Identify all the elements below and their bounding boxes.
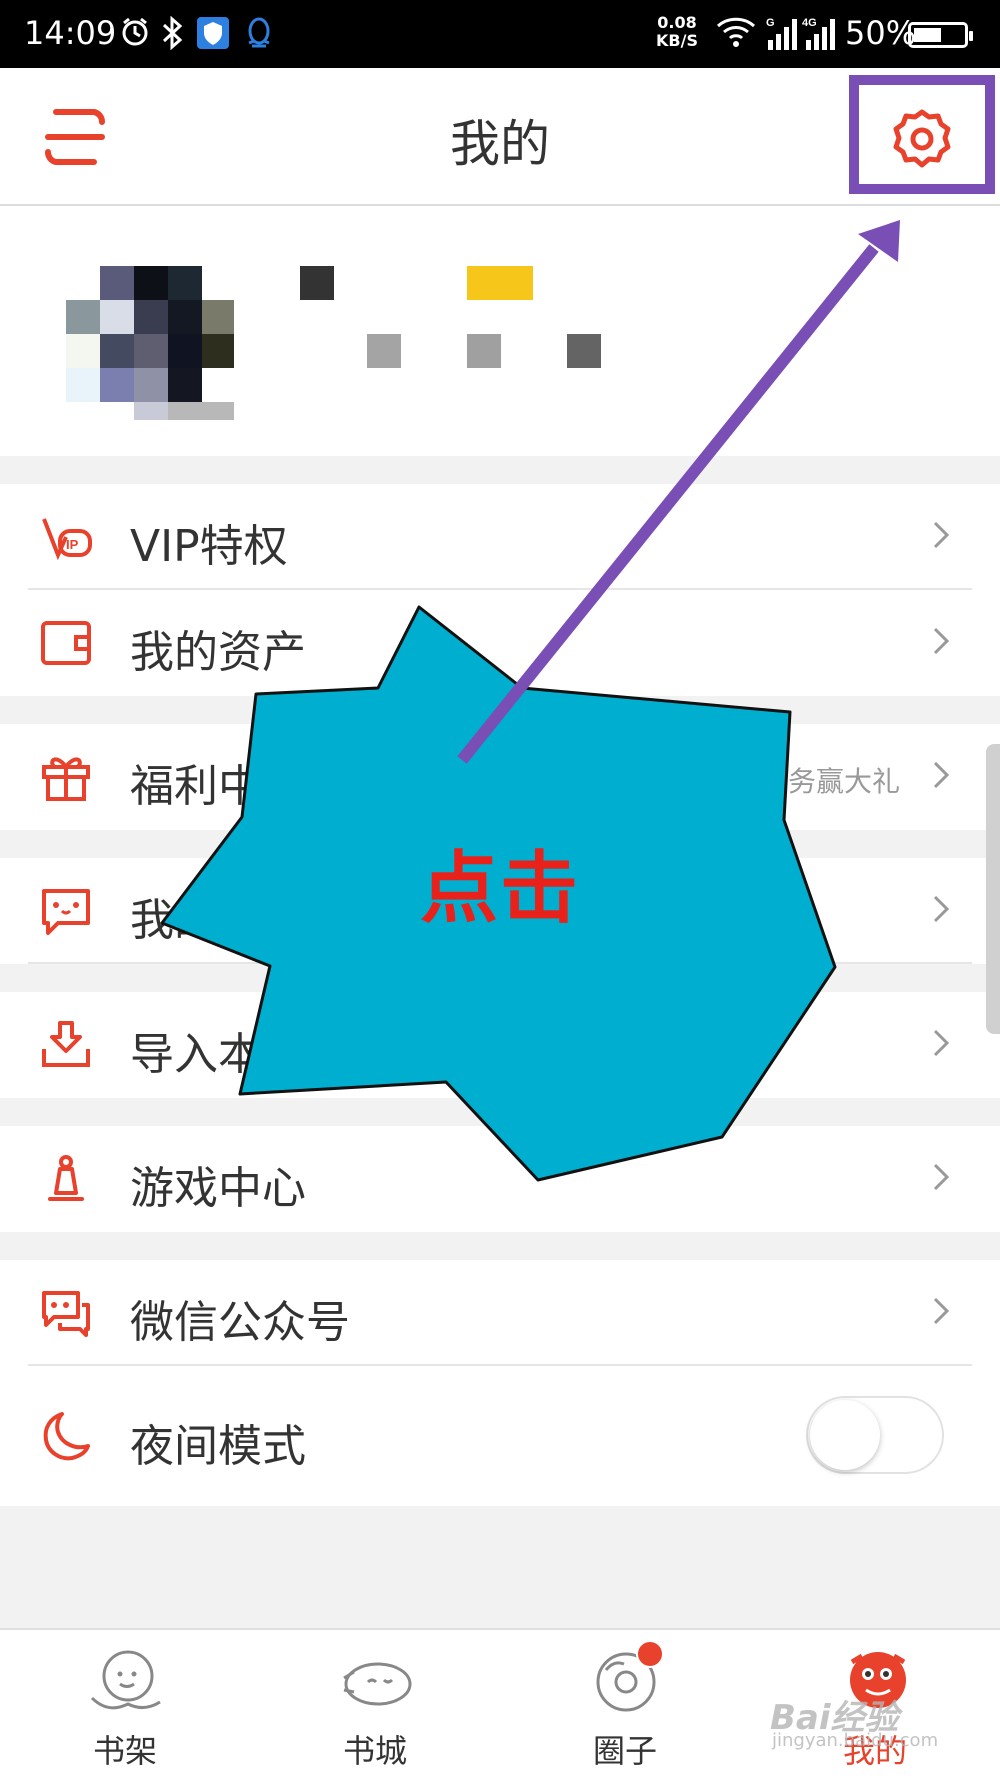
night-mode-label: 夜间模式 xyxy=(130,1421,306,1472)
chevron-right-icon xyxy=(932,894,950,924)
wechat-label: 微信公众号 xyxy=(130,1297,350,1348)
signal-g-icon: G xyxy=(766,16,800,56)
tab-label: 书城 xyxy=(342,1732,407,1770)
chevron-right-icon xyxy=(932,626,950,656)
svg-text:4G: 4G xyxy=(802,17,817,29)
svg-text:G: G xyxy=(766,17,775,29)
status-bar: 14:09 0.08 KB/S G 4G 50% xyxy=(0,0,1000,68)
welfare-hint: 任务赢大礼 xyxy=(759,765,900,798)
wechat-icon xyxy=(40,1287,92,1339)
svg-text:IP: IP xyxy=(66,537,79,552)
menu-item-welfare[interactable]: 福利中心 任务赢大礼 xyxy=(0,724,1000,830)
scrollbar[interactable] xyxy=(986,744,1000,1034)
tab-bookstore[interactable]: 书城 xyxy=(250,1630,500,1780)
chevron-right-icon xyxy=(932,1162,950,1192)
profile-card[interactable] xyxy=(0,206,1000,456)
games-label: 游戏中心 xyxy=(130,1163,306,1214)
vip-icon: IP xyxy=(40,511,92,563)
chess-piece-icon xyxy=(40,1153,92,1205)
status-time: 14:09 xyxy=(24,14,117,52)
menu-item-games[interactable]: 游戏中心 xyxy=(0,1126,1000,1232)
tab-circle[interactable]: 圈子 xyxy=(500,1630,750,1780)
alarm-icon xyxy=(120,16,150,55)
callout-text: 点击 xyxy=(420,844,581,934)
qq-icon xyxy=(244,16,274,57)
page-title: 我的 xyxy=(450,115,550,173)
menu-item-wechat[interactable]: 微信公众号 xyxy=(0,1260,1000,1366)
toggle-knob xyxy=(810,1400,880,1470)
wifi-icon xyxy=(716,16,756,52)
bluetooth-icon xyxy=(160,15,184,57)
battery-percent: 50% xyxy=(845,14,917,52)
gift-icon xyxy=(40,751,92,803)
bookstore-icon xyxy=(338,1642,414,1718)
message-icon xyxy=(40,885,92,937)
chevron-right-icon xyxy=(932,520,950,550)
wallet-icon xyxy=(40,617,92,669)
assets-label: 我的资产 xyxy=(130,627,306,678)
menu-item-assets[interactable]: 我的资产 xyxy=(0,590,1000,696)
vip-label: VIP特权 xyxy=(130,521,288,572)
notification-dot xyxy=(636,1640,664,1668)
tab-label: 圈子 xyxy=(592,1732,657,1770)
divider xyxy=(28,962,972,964)
import-label: 导入本地书 xyxy=(130,1029,350,1080)
app-header: 我的 xyxy=(0,68,1000,206)
chevron-right-icon xyxy=(932,760,950,790)
tab-bookshelf[interactable]: 书架 xyxy=(0,1630,250,1780)
chevron-right-icon xyxy=(932,1028,950,1058)
menu-item-import[interactable]: 导入本地书 xyxy=(0,992,1000,1098)
bookshelf-icon xyxy=(88,1642,164,1718)
menu-item-night-mode: 夜间模式 xyxy=(0,1366,1000,1506)
watermark-url: jingyan.baidu.com xyxy=(772,1730,939,1751)
network-speed: 0.08 KB/S xyxy=(656,13,698,50)
download-icon xyxy=(40,1019,92,1071)
signal-4g-icon: 4G xyxy=(802,16,838,56)
shield-app-icon xyxy=(196,16,230,57)
gear-icon[interactable] xyxy=(891,108,953,170)
welfare-label: 福利中心 xyxy=(130,761,306,812)
menu-item-vip[interactable]: IP VIP特权 xyxy=(0,484,1000,590)
moon-icon xyxy=(40,1410,92,1462)
battery-icon xyxy=(908,22,973,48)
tab-label: 书架 xyxy=(92,1732,157,1770)
chevron-right-icon xyxy=(932,1296,950,1326)
night-mode-toggle[interactable] xyxy=(806,1396,944,1474)
messages-label: 我的消息 xyxy=(130,895,306,946)
